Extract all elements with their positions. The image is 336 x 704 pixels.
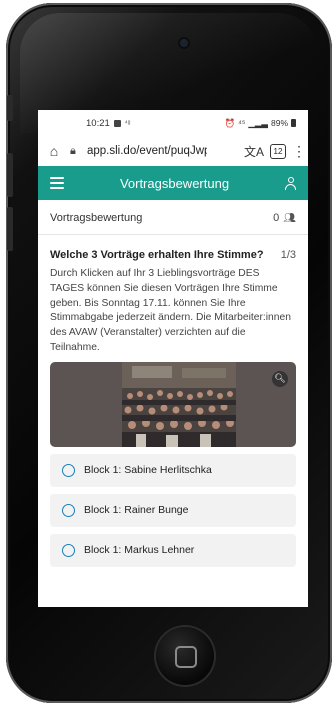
tab-count-button[interactable]: 12 (270, 143, 286, 159)
people-icon: 👥︎ (283, 212, 296, 224)
option-label: Block 1: Sabine Herlitschka (84, 464, 212, 477)
radio-icon[interactable] (62, 543, 75, 557)
volume-down-button (7, 207, 13, 251)
volume-up-button (7, 153, 13, 197)
question-step: 1/3 (280, 249, 296, 261)
notification-icon (113, 119, 121, 127)
participant-count-value: 0 (273, 212, 280, 224)
mute-switch (7, 95, 13, 121)
url-text: app.sli.do/event/puqJwpvc (87, 145, 207, 157)
front-camera (180, 39, 188, 47)
radio-icon[interactable] (62, 463, 75, 477)
phone-screen: 10:21 ⁴ᵍ ⏰ ⁴⁵ ▁▂▃ 89% ⌂ 🔒︎ app.sli.do/ev… (38, 110, 308, 607)
radio-icon[interactable] (62, 503, 75, 517)
section-header: Vortragsbewertung 0 👥︎ (38, 200, 308, 235)
question-title: Welche 3 Vorträge erhalten Ihre Stimme? (50, 249, 264, 261)
app-header: Vortragsbewertung (38, 166, 308, 200)
app-title: Vortragsbewertung (119, 175, 230, 191)
audience-image (122, 361, 236, 447)
wifi-icon: ⁴⁵ (238, 118, 246, 128)
alarm-icon: ⏰ (224, 117, 236, 128)
event-photo[interactable]: 🔍︎ (50, 361, 296, 447)
option-label: Block 1: Markus Lehner (84, 544, 195, 557)
home-button[interactable] (156, 627, 214, 685)
question-description: Durch Klicken auf Ihr 3 Lieblingsvorträg… (50, 268, 291, 353)
question-header: Welche 3 Vorträge erhalten Ihre Stimme? … (50, 249, 296, 261)
battery-icon (291, 119, 296, 127)
section-title: Vortragsbewertung (50, 212, 143, 224)
cell-signal-icon: ▁▂▃ (248, 117, 268, 128)
participant-count: 0 👥︎ (273, 212, 296, 224)
browser-home-icon[interactable]: ⌂ (44, 143, 64, 159)
option-markus-lehner[interactable]: Block 1: Markus Lehner (50, 533, 296, 567)
lock-icon: 🔒︎ (70, 144, 76, 157)
option-sabine-herlitschka[interactable]: Block 1: Sabine Herlitschka (50, 453, 296, 487)
answer-options: Block 1: Sabine Herlitschka Block 1: Rai… (50, 453, 296, 567)
browser-url-bar: ⌂ 🔒︎ app.sli.do/event/puqJwpvc 文A 12 ⋮ (38, 136, 308, 166)
battery-percent: 89% (270, 118, 288, 128)
option-rainer-bunge[interactable]: Block 1: Rainer Bunge (50, 493, 296, 527)
poll-content: Welche 3 Vorträge erhalten Ihre Stimme? … (38, 249, 308, 567)
address-field[interactable]: 🔒︎ app.sli.do/event/puqJwpvc (70, 139, 238, 163)
browser-menu-icon[interactable]: ⋮ (292, 143, 306, 160)
translate-icon[interactable]: 文A (244, 143, 264, 160)
option-label: Block 1: Rainer Bunge (84, 504, 189, 517)
user-icon[interactable] (285, 176, 296, 190)
zoom-icon[interactable]: 🔍︎ (272, 370, 288, 387)
signal-icon: ⁴ᵍ (124, 119, 131, 127)
status-bar: 10:21 ⁴ᵍ ⏰ ⁴⁵ ▁▂▃ 89% (38, 110, 308, 136)
hamburger-menu-icon[interactable] (50, 177, 64, 189)
status-time: 10:21 (86, 117, 110, 129)
